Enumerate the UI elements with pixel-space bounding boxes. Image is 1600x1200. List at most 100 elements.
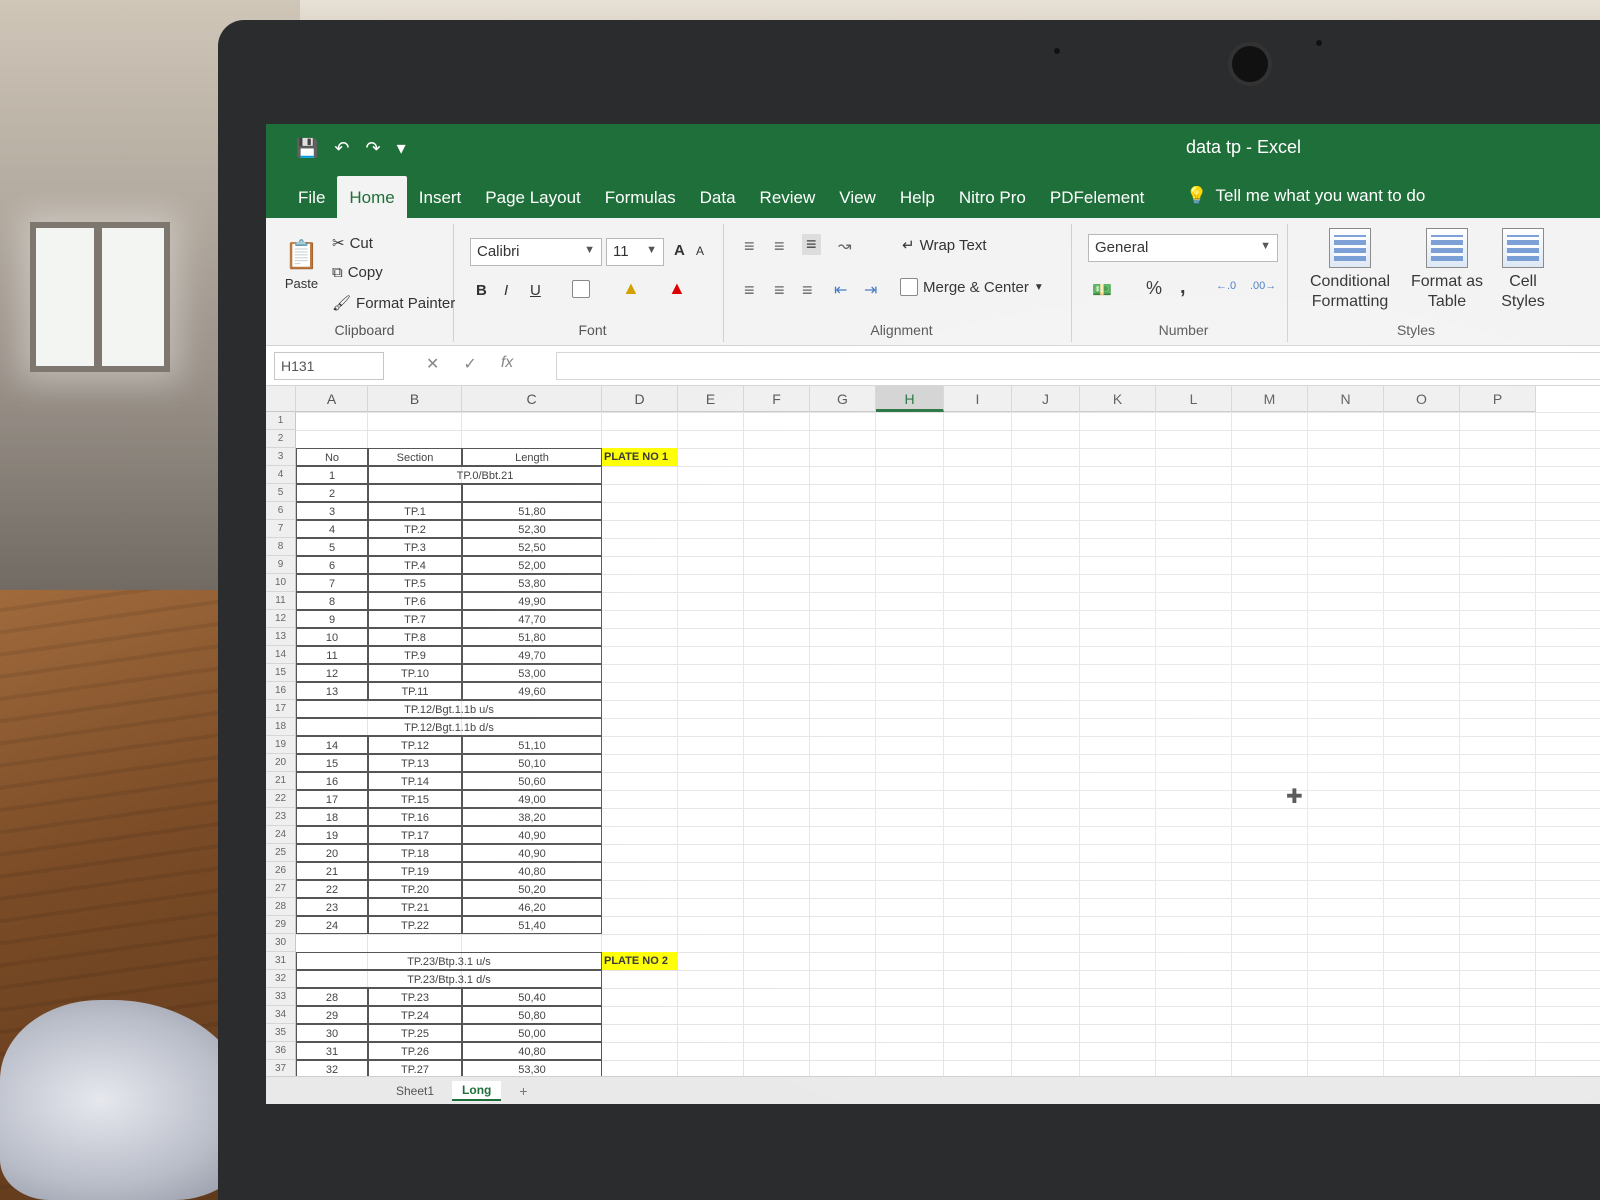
data-section[interactable]: TP.6 <box>368 592 462 610</box>
data-length[interactable]: 51,80 <box>462 502 602 520</box>
data-section[interactable]: TP.23 <box>368 988 462 1006</box>
row-header[interactable]: 6 <box>266 502 296 520</box>
fill-color-button[interactable]: ▲ <box>622 278 640 299</box>
row-header[interactable]: 26 <box>266 862 296 880</box>
row-header[interactable]: 35 <box>266 1024 296 1042</box>
tab-help[interactable]: Help <box>888 188 947 218</box>
tab-insert[interactable]: Insert <box>407 188 474 218</box>
data-section[interactable]: TP.14 <box>368 772 462 790</box>
redo-icon[interactable]: ↷ <box>366 138 381 159</box>
row-header[interactable]: 2 <box>266 430 296 448</box>
data-section[interactable]: TP.21 <box>368 898 462 916</box>
data-length[interactable]: 52,50 <box>462 538 602 556</box>
column-header[interactable]: A <box>296 386 368 412</box>
data-no[interactable]: 21 <box>296 862 368 880</box>
group-label[interactable]: TP.23/Btp.3.1 d/s <box>296 970 602 988</box>
font-name-dropdown[interactable]: Calibri ▼ <box>470 238 602 266</box>
data-no[interactable]: 11 <box>296 646 368 664</box>
align-bottom-icon[interactable]: ≡ <box>802 234 821 255</box>
row-header[interactable]: 24 <box>266 826 296 844</box>
tab-file[interactable]: File <box>286 188 337 218</box>
data-length[interactable]: 53,80 <box>462 574 602 592</box>
row-header[interactable]: 22 <box>266 790 296 808</box>
row-header[interactable]: 15 <box>266 664 296 682</box>
save-icon[interactable]: 💾 <box>296 138 318 159</box>
tell-me-search[interactable]: 💡 Tell me what you want to do <box>1156 186 1437 218</box>
row-header[interactable]: 11 <box>266 592 296 610</box>
data-no[interactable]: 18 <box>296 808 368 826</box>
data-section[interactable]: TP.16 <box>368 808 462 826</box>
data-section[interactable]: TP.11 <box>368 682 462 700</box>
data-length[interactable]: 50,00 <box>462 1024 602 1042</box>
font-color-button[interactable]: ▲ <box>668 278 686 299</box>
row-header[interactable]: 10 <box>266 574 296 592</box>
data-length[interactable]: 50,80 <box>462 1006 602 1024</box>
tab-pdfelement[interactable]: PDFelement <box>1038 188 1156 218</box>
increase-indent-icon[interactable]: ⇥ <box>864 280 877 300</box>
column-header[interactable]: F <box>744 386 810 412</box>
data-section[interactable]: TP.12 <box>368 736 462 754</box>
align-middle-icon[interactable]: ≡ <box>774 236 785 257</box>
row-header[interactable]: 33 <box>266 988 296 1006</box>
data-section[interactable]: TP.9 <box>368 646 462 664</box>
data-no[interactable]: 20 <box>296 844 368 862</box>
data-length[interactable]: 40,80 <box>462 862 602 880</box>
data-no[interactable]: 31 <box>296 1042 368 1060</box>
data-no[interactable]: 15 <box>296 754 368 772</box>
column-header[interactable]: J <box>1012 386 1080 412</box>
decrease-decimal-icon[interactable]: .00→ <box>1250 280 1276 292</box>
data-no[interactable]: 5 <box>296 538 368 556</box>
name-box[interactable]: H131 <box>274 352 384 380</box>
worksheet-grid[interactable]: A B C D E F G H I J K L M N O P 1 2 3 4 5 6 7 8 9 10 11 12 13 14 15 16 1… <box>266 386 1600 1078</box>
select-all-corner[interactable] <box>266 386 296 412</box>
data-section[interactable]: TP.4 <box>368 556 462 574</box>
data-length[interactable]: 40,80 <box>462 1042 602 1060</box>
data-length[interactable]: 50,10 <box>462 754 602 772</box>
bold-button[interactable]: B <box>476 282 487 299</box>
row-header[interactable]: 18 <box>266 718 296 736</box>
data-length[interactable]: 49,60 <box>462 682 602 700</box>
row-header[interactable]: 12 <box>266 610 296 628</box>
column-header[interactable]: D <box>602 386 678 412</box>
column-header[interactable]: M <box>1232 386 1308 412</box>
data-no[interactable]: 16 <box>296 772 368 790</box>
grow-font-button[interactable]: A <box>674 242 685 259</box>
column-header[interactable]: O <box>1384 386 1460 412</box>
data-section[interactable]: TP.8 <box>368 628 462 646</box>
row-header[interactable]: 29 <box>266 916 296 934</box>
italic-button[interactable]: I <box>504 282 508 299</box>
row-header[interactable]: 20 <box>266 754 296 772</box>
data-no[interactable]: 28 <box>296 988 368 1006</box>
row-header[interactable]: 4 <box>266 466 296 484</box>
column-header[interactable]: C <box>462 386 602 412</box>
tab-page-layout[interactable]: Page Layout <box>473 188 592 218</box>
data-length[interactable] <box>462 484 602 502</box>
row-header[interactable]: 23 <box>266 808 296 826</box>
decrease-indent-icon[interactable]: ⇤ <box>834 280 847 300</box>
data-no[interactable]: 8 <box>296 592 368 610</box>
data-length[interactable]: 47,70 <box>462 610 602 628</box>
group-label[interactable]: TP.12/Bgt.1.1b u/s <box>296 700 602 718</box>
sheet-tab-1[interactable]: Sheet1 <box>396 1084 434 1098</box>
merge-center-button[interactable]: Merge & Center ▼ <box>900 278 1044 296</box>
format-as-table-button[interactable]: Format as Table <box>1404 228 1490 312</box>
align-center-icon[interactable]: ≡ <box>774 280 785 301</box>
row-header[interactable]: 32 <box>266 970 296 988</box>
data-section[interactable]: TP.10 <box>368 664 462 682</box>
data-length[interactable]: 52,30 <box>462 520 602 538</box>
row-header[interactable]: 3 <box>266 448 296 466</box>
tab-data[interactable]: Data <box>688 188 748 218</box>
plate-label[interactable]: PLATE NO 1 <box>602 448 678 466</box>
data-length[interactable]: 51,10 <box>462 736 602 754</box>
data-length[interactable]: 40,90 <box>462 844 602 862</box>
data-length[interactable]: 52,00 <box>462 556 602 574</box>
customize-icon[interactable]: ▾ <box>397 138 406 159</box>
column-header[interactable]: E <box>678 386 744 412</box>
data-length[interactable]: 38,20 <box>462 808 602 826</box>
increase-decimal-icon[interactable]: ←.0 <box>1216 280 1236 292</box>
data-section[interactable]: TP.24 <box>368 1006 462 1024</box>
accounting-format-icon[interactable]: 💵 <box>1092 280 1112 300</box>
row-header[interactable]: 27 <box>266 880 296 898</box>
data-section[interactable]: TP.5 <box>368 574 462 592</box>
formula-input[interactable] <box>556 352 1600 380</box>
